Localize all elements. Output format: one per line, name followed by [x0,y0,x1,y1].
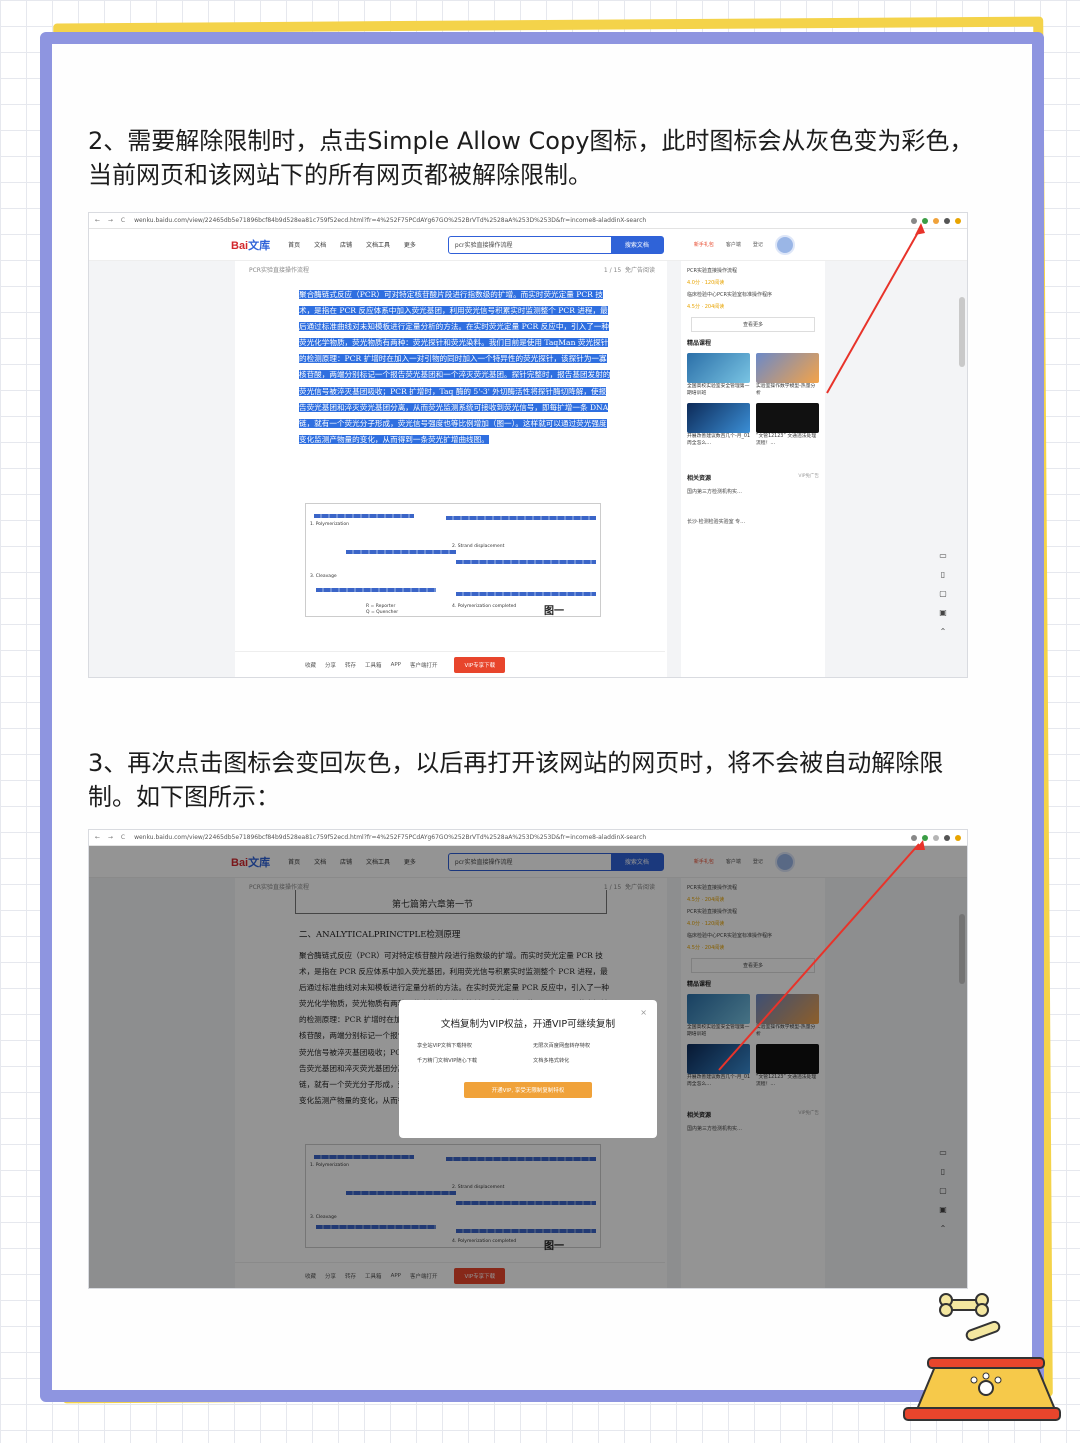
step2-caption: 2、需要解除限制时，点击Simple Allow Copy图标，此时图标会从灰色… [88,127,974,189]
step3-caption: 3、再次点击图标会变回灰色，以后再打开该网站的网页时，将不会被自动解除限制。如下… [88,749,944,811]
dog-bowl-illustration [903,1293,1061,1421]
screenshot-locked: ← → C wenku.baidu.com/view/22465db5e7189… [88,829,968,1289]
red-arrow-annotation [826,223,925,394]
red-arrow-annotation [718,840,925,1071]
screenshot-unlocked: ← → C wenku.baidu.com/view/22465db5e7189… [88,212,968,678]
